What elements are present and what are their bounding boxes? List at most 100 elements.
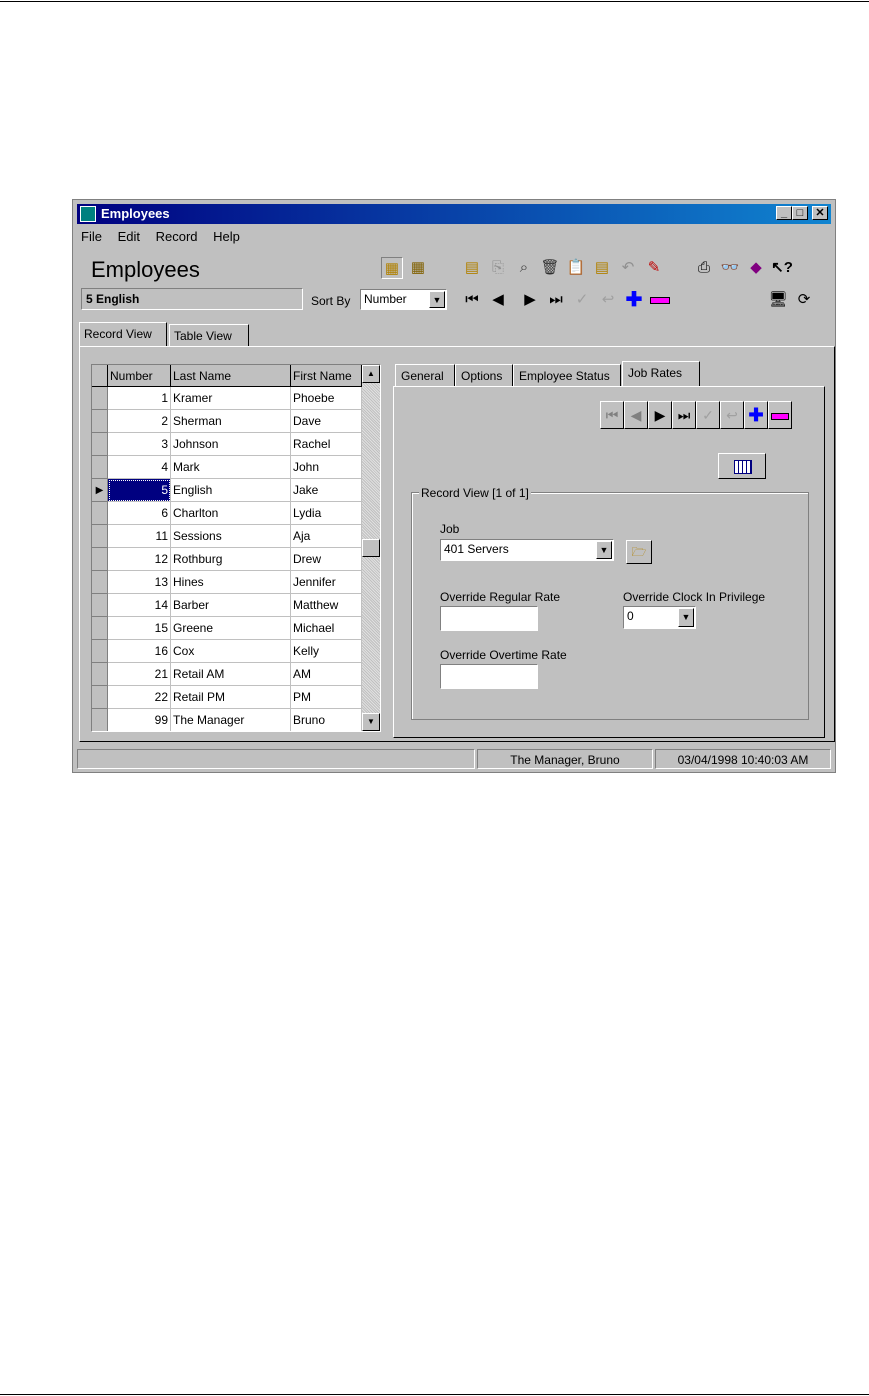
cell-first-name[interactable]: Aja: [291, 525, 362, 548]
table-row[interactable]: 15 Greene Michael: [92, 617, 362, 640]
next-icon[interactable]: ▶: [648, 401, 672, 429]
cell-last-name[interactable]: Retail PM: [171, 686, 291, 709]
book-icon[interactable]: ◆: [745, 257, 767, 279]
first-icon[interactable]: ⏮: [600, 401, 624, 429]
post-check-icon[interactable]: ✓: [571, 289, 593, 311]
table-row[interactable]: 11 Sessions Aja: [92, 525, 362, 548]
edit-icon[interactable]: ✎: [643, 257, 665, 279]
cell-last-name[interactable]: Charlton: [171, 502, 291, 525]
tab-job-rates[interactable]: Job Rates: [622, 361, 700, 387]
cell-last-name[interactable]: English: [171, 479, 291, 502]
help-pointer-icon[interactable]: ↖?: [771, 257, 793, 279]
row-indicator[interactable]: [92, 709, 108, 731]
cell-first-name[interactable]: Kelly: [291, 640, 362, 663]
tab-table-view[interactable]: Table View: [169, 324, 249, 346]
next-record-icon[interactable]: ▶: [519, 289, 541, 311]
cell-first-name[interactable]: PM: [291, 686, 362, 709]
row-indicator[interactable]: [92, 663, 108, 686]
table-row[interactable]: 16 Cox Kelly: [92, 640, 362, 663]
prior-icon[interactable]: ◀: [624, 401, 648, 429]
clipboard-icon[interactable]: 📋: [565, 257, 587, 279]
column-header-number[interactable]: Number: [108, 365, 171, 387]
cell-last-name[interactable]: Mark: [171, 456, 291, 479]
override-clock-select[interactable]: 0 ▼: [623, 606, 696, 629]
cell-number[interactable]: 1: [108, 387, 171, 410]
first-record-icon[interactable]: ⏮: [461, 289, 483, 311]
add-record-icon[interactable]: ✚: [623, 289, 645, 311]
cell-last-name[interactable]: The Manager: [171, 709, 291, 731]
record-view-icon[interactable]: ▦: [381, 257, 403, 279]
employee-table[interactable]: Number Last Name First Name 1 Kramer Phoeb…: [91, 364, 381, 732]
override-overtime-rate-input[interactable]: [440, 664, 538, 689]
cell-last-name[interactable]: Johnson: [171, 433, 291, 456]
paste-icon[interactable]: ▤: [591, 257, 613, 279]
cell-first-name[interactable]: AM: [291, 663, 362, 686]
tab-employee-status[interactable]: Employee Status: [513, 364, 621, 386]
delete-icon[interactable]: 🗑: [539, 257, 561, 279]
row-indicator[interactable]: [92, 525, 108, 548]
cell-last-name[interactable]: Rothburg: [171, 548, 291, 571]
cell-first-name[interactable]: John: [291, 456, 362, 479]
row-indicator[interactable]: [92, 594, 108, 617]
cell-first-name[interactable]: Rachel: [291, 433, 362, 456]
cell-last-name[interactable]: Retail AM: [171, 663, 291, 686]
table-row[interactable]: 22 Retail PM PM: [92, 686, 362, 709]
chevron-down-icon[interactable]: ▼: [678, 608, 694, 627]
menu-file[interactable]: File: [81, 229, 102, 244]
refresh-icon[interactable]: ⟳: [793, 289, 815, 311]
table-row[interactable]: 2 Sherman Dave: [92, 410, 362, 433]
screen-icon[interactable]: 🖥: [767, 289, 789, 311]
scroll-down-button[interactable]: ▼: [362, 713, 380, 731]
cell-first-name[interactable]: Michael: [291, 617, 362, 640]
tab-options[interactable]: Options: [455, 364, 513, 386]
cell-number[interactable]: 12: [108, 548, 171, 571]
delete-row-icon[interactable]: [768, 401, 792, 429]
cell-number[interactable]: 13: [108, 571, 171, 594]
tab-general[interactable]: General: [395, 364, 455, 386]
table-row[interactable]: 12 Rothburg Drew: [92, 548, 362, 571]
table-scrollbar[interactable]: ▲ ▼: [362, 365, 380, 731]
cell-first-name[interactable]: Phoebe: [291, 387, 362, 410]
cell-first-name[interactable]: Bruno: [291, 709, 362, 731]
copy-icon[interactable]: ⎘: [487, 257, 509, 279]
cell-last-name[interactable]: Sessions: [171, 525, 291, 548]
cell-last-name[interactable]: Sherman: [171, 410, 291, 433]
row-indicator[interactable]: [92, 571, 108, 594]
sort-by-select[interactable]: Number ▼: [360, 289, 447, 310]
cell-last-name[interactable]: Kramer: [171, 387, 291, 410]
cell-number[interactable]: 22: [108, 686, 171, 709]
cell-number[interactable]: 15: [108, 617, 171, 640]
cell-first-name[interactable]: Jennifer: [291, 571, 362, 594]
menu-edit[interactable]: Edit: [118, 229, 140, 244]
table-row[interactable]: 4 Mark John: [92, 456, 362, 479]
cell-first-name[interactable]: Matthew: [291, 594, 362, 617]
scroll-up-button[interactable]: ▲: [362, 365, 380, 383]
row-indicator[interactable]: [92, 456, 108, 479]
cancel-edit-icon[interactable]: ↩: [597, 289, 619, 311]
table-row[interactable]: 6 Charlton Lydia: [92, 502, 362, 525]
cell-number[interactable]: 3: [108, 433, 171, 456]
cell-last-name[interactable]: Hines: [171, 571, 291, 594]
scroll-thumb[interactable]: [362, 539, 380, 557]
cell-number[interactable]: 2: [108, 410, 171, 433]
binoculars-icon[interactable]: 👓: [719, 257, 741, 279]
cell-last-name[interactable]: Barber: [171, 594, 291, 617]
job-select[interactable]: 401 Servers ▼: [440, 539, 614, 561]
minimize-button[interactable]: _: [776, 206, 792, 220]
row-indicator[interactable]: [92, 410, 108, 433]
chevron-down-icon[interactable]: ▼: [429, 291, 445, 308]
cell-number[interactable]: 14: [108, 594, 171, 617]
cancel-icon[interactable]: ↩: [720, 401, 744, 429]
row-indicator[interactable]: [92, 640, 108, 663]
table-row[interactable]: ▶ 5 English Jake: [92, 479, 362, 502]
cell-number[interactable]: 6: [108, 502, 171, 525]
app-icon[interactable]: [80, 206, 96, 222]
table-row[interactable]: 1 Kramer Phoebe: [92, 387, 362, 410]
table-view-icon[interactable]: ▦: [407, 257, 429, 279]
tab-record-view[interactable]: Record View: [79, 322, 167, 347]
override-regular-rate-input[interactable]: [440, 606, 538, 631]
cell-first-name[interactable]: Lydia: [291, 502, 362, 525]
cell-number[interactable]: 4: [108, 456, 171, 479]
close-button[interactable]: ✕: [812, 206, 828, 220]
row-indicator[interactable]: [92, 548, 108, 571]
